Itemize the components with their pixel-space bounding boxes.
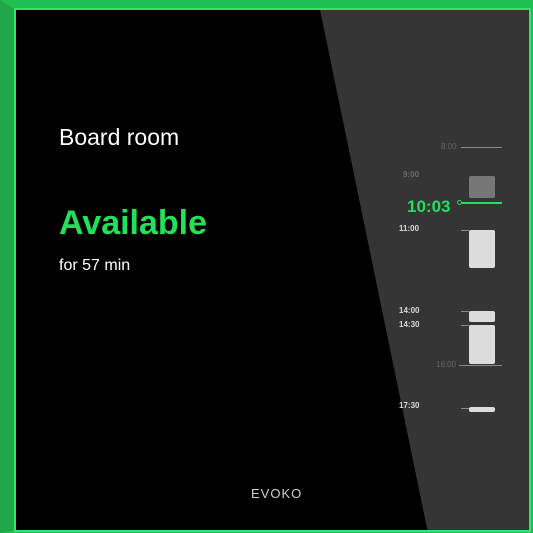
- booking-block[interactable]: [469, 407, 495, 412]
- booking-tick: [461, 230, 469, 231]
- booking-tick: [461, 408, 469, 409]
- timeline-hour-line: [461, 147, 502, 148]
- booking-start-label: 11:00: [399, 224, 420, 233]
- evoko-logo: EVOKO: [251, 486, 302, 501]
- booking-start-label: 17:30: [399, 401, 420, 410]
- frame-glow: [0, 0, 16, 533]
- timeline-hour-label: 8:00: [441, 142, 457, 151]
- current-time: 10:03: [407, 197, 451, 216]
- booking-block[interactable]: [469, 325, 495, 364]
- booking-block[interactable]: [469, 230, 495, 268]
- timeline-hour-label: 16:00: [436, 360, 457, 369]
- booking-tick: [461, 311, 469, 312]
- booking-start-label: 14:00: [399, 306, 420, 315]
- booking-block[interactable]: [469, 176, 495, 198]
- room-name: Board room: [59, 124, 180, 150]
- timeline-hour-line: [459, 365, 502, 366]
- room-display: Board room Available for 57 min EVOKO 8:…: [0, 0, 533, 533]
- current-time-line: [462, 202, 502, 204]
- booking-start-label: 9:00: [403, 170, 420, 179]
- availability-duration: for 57 min: [59, 257, 131, 274]
- room-status[interactable]: Available: [59, 204, 207, 243]
- booking-block[interactable]: [469, 311, 495, 322]
- logo-text: EVOKO: [251, 486, 303, 501]
- booking-start-label: 14:30: [399, 320, 420, 329]
- booking-tick: [461, 325, 469, 326]
